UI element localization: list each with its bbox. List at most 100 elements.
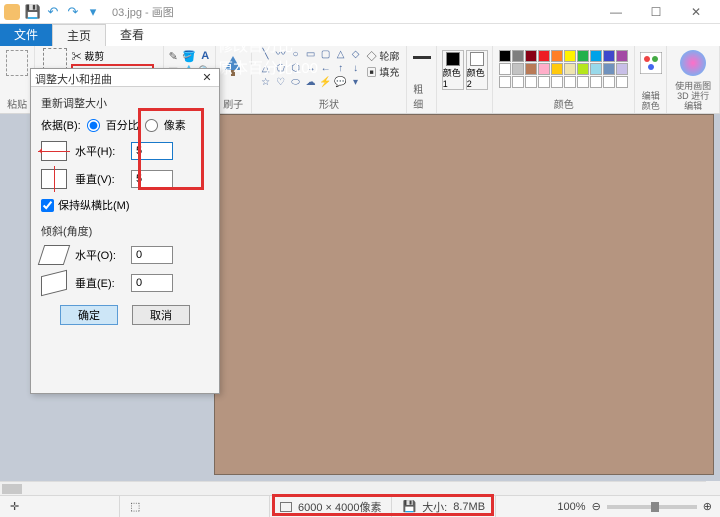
group-size: 粗细: [407, 46, 437, 113]
status-bar: ✛ ⬚ 6000 × 4000像素 💾 大小: 8.7MB 100% ⊖ ⊕: [0, 495, 720, 517]
select-tool[interactable]: [43, 48, 67, 70]
dialog-title: 调整大小和扭曲: [35, 71, 112, 84]
skew-section-title: 倾斜(角度): [41, 223, 209, 239]
selection-icon: ⬚: [130, 500, 140, 513]
swatch[interactable]: [590, 76, 602, 88]
shape-fill[interactable]: ▣ 填充: [367, 64, 400, 79]
color1-button[interactable]: 颜色 1: [442, 50, 464, 90]
swatch[interactable]: [564, 76, 576, 88]
close-button[interactable]: ✕: [676, 0, 716, 24]
vert-input[interactable]: [131, 170, 173, 188]
window-title: 03.jpg - 画图: [112, 4, 174, 20]
quick-access: 💾 ↶ ↷ ▾: [24, 3, 102, 21]
swatch[interactable]: [590, 63, 602, 75]
cursor-icon: ✛: [10, 500, 19, 513]
swatch[interactable]: [512, 76, 524, 88]
swatch[interactable]: [499, 76, 511, 88]
swatch[interactable]: [538, 63, 550, 75]
paste-icon[interactable]: [6, 50, 28, 76]
ribbon-tabs: 文件 主页 查看: [0, 24, 720, 46]
swatch[interactable]: [603, 50, 615, 62]
group-swatches: 颜色: [493, 46, 635, 113]
qat-dropdown-icon[interactable]: ▾: [84, 3, 102, 21]
image-canvas[interactable]: [214, 114, 714, 475]
shape-outline[interactable]: ◇ 轮廓: [367, 48, 400, 63]
swatch[interactable]: [538, 50, 550, 62]
dimensions-icon: [280, 502, 292, 512]
vert-icon: [41, 169, 67, 189]
crop-button[interactable]: ✂ 裁剪: [71, 48, 154, 63]
editcolors-icon[interactable]: [640, 52, 662, 74]
titlebar: 💾 ↶ ↷ ▾ 03.jpg - 画图 — ☐ ✕: [0, 0, 720, 24]
horiz-input[interactable]: [131, 142, 173, 160]
swatch[interactable]: [551, 63, 563, 75]
swatch[interactable]: [577, 50, 589, 62]
swatch[interactable]: [603, 76, 615, 88]
app-icon: [4, 4, 20, 20]
radio-pixels[interactable]: [145, 119, 158, 132]
swatch[interactable]: [564, 63, 576, 75]
keep-ratio-checkbox[interactable]: [41, 199, 54, 212]
paint3d-icon[interactable]: [680, 50, 706, 76]
status-filesize: 💾 大小: 8.7MB: [392, 496, 496, 517]
zoom-label: 100%: [557, 501, 585, 513]
scroll-corner: [706, 481, 720, 495]
swatch[interactable]: [616, 50, 628, 62]
pencil-icon[interactable]: ✎: [166, 50, 180, 63]
save-icon[interactable]: 💾: [24, 3, 42, 21]
skew-h-icon: [38, 245, 70, 265]
swatch[interactable]: [616, 63, 628, 75]
swatch[interactable]: [590, 50, 602, 62]
status-selection: ⬚: [120, 496, 270, 517]
radio-percent[interactable]: [87, 119, 100, 132]
swatch[interactable]: [616, 76, 628, 88]
color2-button[interactable]: 颜色 2: [466, 50, 488, 90]
tab-home[interactable]: 主页: [52, 24, 106, 46]
cancel-button[interactable]: 取消: [132, 305, 190, 325]
swatch[interactable]: [577, 76, 589, 88]
skew-v-input[interactable]: [131, 274, 173, 292]
minimize-button[interactable]: —: [596, 0, 636, 24]
text-icon[interactable]: A: [198, 50, 212, 63]
group-colorpick: 颜色 1 颜色 2: [437, 46, 493, 113]
undo-icon[interactable]: ↶: [44, 3, 62, 21]
annotation-text: 修改百分比 原本百分比100: [218, 36, 318, 80]
swatch[interactable]: [564, 50, 576, 62]
swatch[interactable]: [525, 76, 537, 88]
zoom-in-button[interactable]: ⊕: [703, 500, 712, 513]
swatch[interactable]: [525, 50, 537, 62]
window-controls: — ☐ ✕: [596, 0, 716, 24]
tab-view[interactable]: 查看: [106, 24, 158, 46]
skew-h-input[interactable]: [131, 246, 173, 264]
swatch[interactable]: [603, 63, 615, 75]
redo-icon[interactable]: ↷: [64, 3, 82, 21]
disk-icon: 💾: [402, 500, 416, 513]
swatch[interactable]: [551, 76, 563, 88]
swatch[interactable]: [512, 50, 524, 62]
dialog-close-icon[interactable]: ✕: [199, 71, 215, 84]
swatch[interactable]: [499, 50, 511, 62]
swatch[interactable]: [499, 63, 511, 75]
h-scrollbar[interactable]: [0, 481, 706, 495]
group-editcolors: 编辑颜色: [635, 46, 667, 113]
swatch-grid[interactable]: [499, 50, 628, 88]
bucket-icon[interactable]: 🪣: [182, 50, 196, 63]
horiz-icon: [41, 141, 67, 161]
swatch[interactable]: [512, 63, 524, 75]
swatch[interactable]: [525, 63, 537, 75]
swatch[interactable]: [538, 76, 550, 88]
zoom-slider[interactable]: [607, 505, 697, 509]
zoom-out-button[interactable]: ⊖: [592, 500, 601, 513]
size-icon[interactable]: [413, 56, 431, 59]
tab-file[interactable]: 文件: [0, 24, 52, 46]
status-cursor: ✛: [0, 496, 120, 517]
maximize-button[interactable]: ☐: [636, 0, 676, 24]
resize-section-title: 重新调整大小: [41, 95, 209, 111]
resize-dialog: 调整大小和扭曲 ✕ 重新调整大小 依据(B): 百分比 像素 水平(H): 垂直…: [30, 68, 220, 394]
swatch[interactable]: [551, 50, 563, 62]
group-paint3d: 使用画图 3D 进行编辑: [667, 46, 720, 113]
skew-v-icon: [41, 270, 67, 296]
swatch[interactable]: [577, 63, 589, 75]
ok-button[interactable]: 确定: [60, 305, 118, 325]
paste-label: 粘贴: [7, 96, 27, 111]
